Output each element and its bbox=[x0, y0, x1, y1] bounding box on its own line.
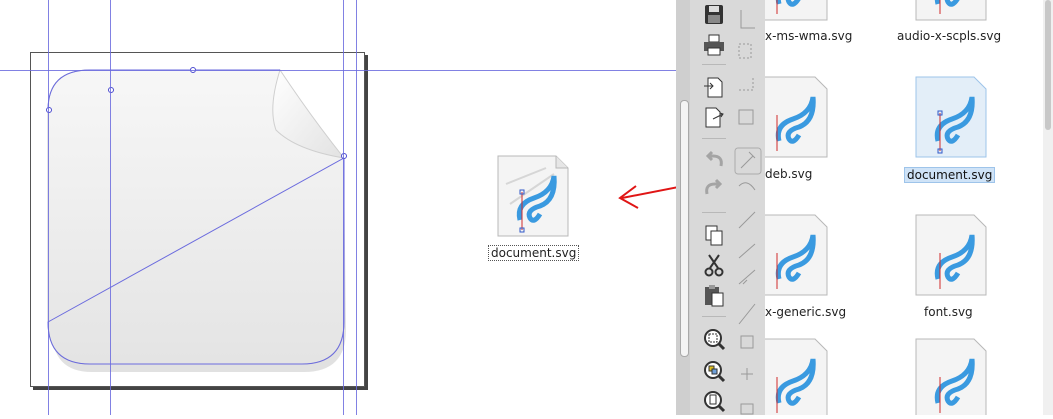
file-label[interactable]: audio-x-scpls.svg bbox=[897, 29, 1001, 43]
file-label-selected[interactable]: document.svg bbox=[904, 167, 996, 183]
vertical-guide[interactable] bbox=[343, 0, 344, 415]
file-icon[interactable] bbox=[765, 0, 839, 22]
vertical-guide[interactable] bbox=[110, 0, 111, 415]
save-icon[interactable] bbox=[701, 2, 727, 28]
toolbar-separator bbox=[702, 212, 726, 213]
vertical-guide[interactable] bbox=[48, 0, 49, 415]
file-label[interactable]: x-generic.svg bbox=[765, 305, 846, 319]
toolbar-separator bbox=[702, 316, 726, 317]
toolbar-scroll-thumb[interactable] bbox=[680, 100, 689, 357]
file-label[interactable]: x-ms-wma.svg bbox=[765, 29, 852, 43]
desktop-file-label[interactable]: document.svg bbox=[488, 245, 580, 261]
snap-controls-bar bbox=[733, 0, 763, 415]
file-icon[interactable] bbox=[914, 0, 988, 22]
file-icon[interactable] bbox=[765, 213, 839, 297]
file-icon-selected[interactable] bbox=[914, 75, 988, 159]
node-handle[interactable] bbox=[108, 87, 114, 93]
redo-icon[interactable] bbox=[701, 176, 727, 202]
toolbar-separator bbox=[702, 138, 726, 139]
file-icon[interactable] bbox=[914, 213, 988, 297]
file-label[interactable]: deb.svg bbox=[765, 167, 812, 181]
toolbar-separator bbox=[702, 64, 726, 65]
file-label[interactable]: font.svg bbox=[924, 305, 973, 319]
desktop-file-icon[interactable] bbox=[496, 154, 570, 238]
paste-icon[interactable] bbox=[701, 282, 727, 308]
print-icon[interactable] bbox=[701, 32, 727, 58]
file-icon[interactable] bbox=[765, 337, 839, 415]
zoom-selection-icon[interactable] bbox=[701, 326, 727, 352]
import-icon[interactable] bbox=[701, 74, 727, 100]
zoom-page-icon[interactable] bbox=[701, 388, 727, 414]
file-manager-scroll-thumb[interactable] bbox=[1045, 0, 1051, 130]
document-drawing[interactable] bbox=[0, 0, 676, 415]
file-manager-content: x-ms-wma.svg audio-x-scpls.svg deb.svg d… bbox=[765, 0, 1043, 415]
zoom-drawing-icon[interactable] bbox=[701, 358, 727, 384]
export-icon[interactable] bbox=[701, 104, 727, 130]
horizontal-guide[interactable] bbox=[0, 70, 676, 71]
svg-file-icon bbox=[497, 155, 569, 237]
undo-icon[interactable] bbox=[701, 148, 727, 174]
drawing-canvas[interactable]: document.svg bbox=[0, 0, 869, 415]
copy-icon[interactable] bbox=[701, 222, 727, 248]
node-handle[interactable] bbox=[341, 153, 347, 159]
cut-icon[interactable] bbox=[701, 252, 727, 278]
file-icon[interactable] bbox=[914, 337, 988, 415]
file-icon[interactable] bbox=[765, 75, 839, 159]
vertical-guide[interactable] bbox=[356, 0, 357, 415]
node-handle[interactable] bbox=[46, 107, 52, 113]
